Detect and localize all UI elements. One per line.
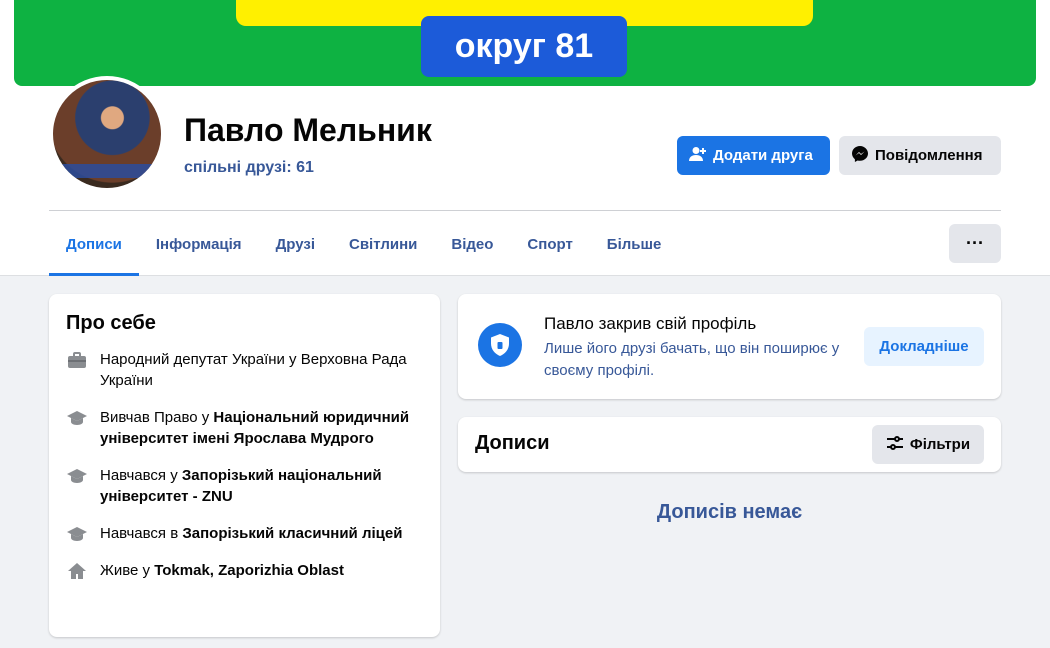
message-button[interactable]: Повідомлення [839, 136, 1001, 175]
tab-posts[interactable]: Дописи [49, 222, 139, 276]
avatar-image [53, 80, 161, 188]
learn-more-button[interactable]: Докладніше [864, 327, 984, 366]
locked-profile-title: Павло закрив свій профіль [544, 314, 757, 333]
add-friend-label: Додати друга [713, 147, 813, 164]
graduation-cap-icon [66, 523, 88, 544]
about-item-text: Живе у Tokmak, Zaporizhia Oblast [100, 562, 344, 579]
posts-title: Дописи [475, 432, 550, 454]
graduation-cap-icon [66, 407, 88, 428]
add-friend-icon [689, 146, 707, 166]
tab-sport[interactable]: Спорт [510, 222, 589, 266]
home-icon [66, 560, 88, 581]
message-label: Повідомлення [875, 147, 983, 164]
messenger-icon [851, 145, 869, 167]
locked-profile-description: Лише його друзі бачать, що він поширює у… [544, 340, 840, 379]
tab-photos[interactable]: Світлини [332, 222, 434, 266]
briefcase-icon [66, 349, 88, 370]
shield-icon [478, 323, 522, 367]
about-item-work: Народний депутат України у Верховна Рада… [66, 349, 423, 391]
mutual-friends-link[interactable]: спільні друзі: 61 [184, 159, 314, 177]
filters-button[interactable]: Фільтри [872, 425, 984, 464]
locked-profile-card: Павло закрив свій профіль Лише його друз… [458, 294, 1001, 399]
filters-label: Фільтри [909, 436, 971, 453]
tab-videos[interactable]: Відео [434, 222, 510, 266]
about-item-education: Навчався у Запорізький національний унів… [66, 465, 423, 507]
cover-photo[interactable]: округ 81 [14, 0, 1036, 86]
about-card: Про себе Народний депутат України у Верх… [49, 294, 440, 637]
profile-tabs: Дописи Інформація Друзі Світлини Відео С… [49, 222, 678, 276]
about-item-education: Навчався в Запорізький класичний ліцей [66, 523, 423, 544]
tab-friends[interactable]: Друзі [259, 222, 332, 266]
about-item-education: Вивчав Право у Національний юридичний ун… [66, 407, 423, 449]
about-item-text: Вивчав Право у Національний юридичний ун… [100, 409, 410, 447]
profile-name: Павло Мельник [184, 112, 432, 148]
cover-badge: округ 81 [421, 16, 627, 77]
about-item-text: Навчався в Запорізький класичний ліцей [100, 525, 403, 542]
posts-header-card: Дописи Фільтри [458, 417, 1001, 472]
about-title: Про себе [66, 312, 156, 334]
about-item-text: Народний депутат України у Верховна Рада… [100, 351, 407, 389]
tab-about[interactable]: Інформація [139, 222, 259, 266]
graduation-cap-icon [66, 465, 88, 486]
more-options-button[interactable]: ··· [949, 224, 1001, 263]
tab-more[interactable]: Більше [590, 222, 679, 266]
about-item-text: Навчався у Запорізький національний унів… [100, 467, 382, 505]
header-divider [49, 210, 1001, 211]
filter-icon [886, 435, 904, 454]
no-posts-message: Дописів немає [656, 501, 803, 523]
add-friend-button[interactable]: Додати друга [677, 136, 830, 175]
profile-avatar[interactable] [49, 76, 165, 192]
about-item-location: Живе у Tokmak, Zaporizhia Oblast [66, 560, 423, 581]
